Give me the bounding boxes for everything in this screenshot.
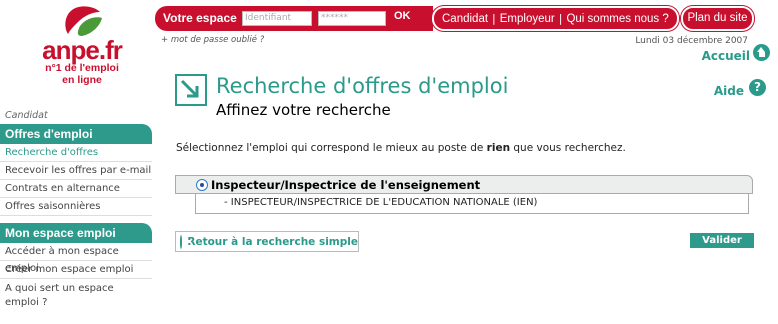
login-bar: Votre espace Identifiant ****** OK — [155, 6, 433, 31]
sidebar-section-offres[interactable]: Offres d'emploi — [0, 124, 152, 144]
back-to-simple-search-button[interactable]: Retour à la recherche simple — [175, 231, 359, 252]
accueil-link[interactable]: Accueil — [702, 49, 750, 63]
result-title: Inspecteur/Inspectrice de l'enseignement — [211, 178, 481, 192]
result-box: Inspecteur/Inspectrice de l'enseignement… — [175, 175, 753, 214]
instruction-bold: rien — [486, 142, 511, 154]
logo-tagline-line2: en ligne — [62, 74, 102, 86]
espace-label: Votre espace — [163, 11, 237, 25]
sidebar-item-recevoir-offres[interactable]: Recevoir les offres par e-mail — [0, 162, 152, 180]
sidebar-item-contrats-alternance[interactable]: Contrats en alternance — [0, 180, 152, 198]
current-date: Lundi 03 décembre 2007 — [635, 36, 748, 46]
instruction-after: que vous recherchez. — [510, 142, 626, 154]
sidebar-section-espace-emploi[interactable]: Mon espace emploi — [0, 223, 152, 243]
sidebar-item-offres-saisonnieres[interactable]: Offres saisonnières — [0, 198, 152, 216]
nav-qui-sommes-nous[interactable]: Qui sommes nous ? — [566, 13, 668, 25]
back-label: Retour à la recherche simple — [187, 235, 358, 248]
instruction-text: Sélectionnez l'emploi qui correspond le … — [176, 142, 626, 154]
search-arrow-icon — [175, 74, 207, 106]
sidebar-item-recherche-offres[interactable]: Recherche d'offres — [0, 144, 152, 162]
plan-du-site-button[interactable]: Plan du site — [681, 6, 754, 31]
password-input[interactable]: ****** — [318, 11, 386, 26]
page-subtitle: Affinez votre recherche — [216, 101, 391, 119]
logo-mark-icon — [65, 6, 102, 36]
sidebar-category: Candidat — [5, 110, 48, 121]
help-icon[interactable]: ? — [749, 79, 766, 96]
sidebar-item-acceder-espace[interactable]: Accéder à mon espace emploi — [0, 243, 152, 274]
sidebar-item-a-quoi-sert[interactable]: A quoi sert un espace emploi ? — [0, 279, 152, 315]
nav-candidat[interactable]: Candidat — [442, 13, 488, 25]
sidebar-item-creer-espace[interactable]: Créer mon espace emploi — [0, 261, 152, 279]
nav-separator: | — [492, 12, 496, 25]
anpe-logo[interactable]: anpe.fr n°1 de l'emploi en ligne — [22, 4, 142, 86]
logo-name: anpe.fr — [42, 35, 123, 65]
nav-employeur[interactable]: Employeur — [500, 13, 555, 25]
top-nav: Candidat | Employeur | Qui sommes nous ? — [432, 6, 679, 31]
logo-tagline-line1: n°1 de l'emploi — [45, 62, 119, 74]
nav-separator: | — [558, 12, 563, 25]
top-bar: Votre espace Identifiant ****** OK Candi… — [155, 6, 754, 31]
valider-button[interactable]: Valider — [690, 233, 754, 248]
sidebar: Candidat Offres d'emploi Recherche d'off… — [0, 108, 152, 315]
sidebar-item-a-quoi-sert-line1: A quoi sert un espace — [5, 283, 114, 294]
instruction-before: Sélectionnez l'emploi qui correspond le … — [176, 142, 487, 154]
forgot-password-link[interactable]: + mot de passe oublié ? — [161, 35, 264, 45]
selected-radio[interactable] — [196, 179, 208, 191]
ok-button[interactable]: OK — [394, 10, 411, 22]
home-icon[interactable] — [753, 44, 770, 61]
sidebar-item-a-quoi-sert-line2: emploi ? — [5, 297, 48, 308]
aide-link[interactable]: Aide — [714, 84, 744, 98]
result-subitem: - INSPECTEUR/INSPECTRICE DE L'EDUCATION … — [195, 194, 749, 214]
back-arrow-icon — [180, 234, 193, 249]
page-title: Recherche d'offres d'emploi — [216, 74, 509, 98]
result-option[interactable]: Inspecteur/Inspectrice de l'enseignement — [175, 175, 753, 194]
identifiant-input[interactable]: Identifiant — [242, 11, 312, 26]
